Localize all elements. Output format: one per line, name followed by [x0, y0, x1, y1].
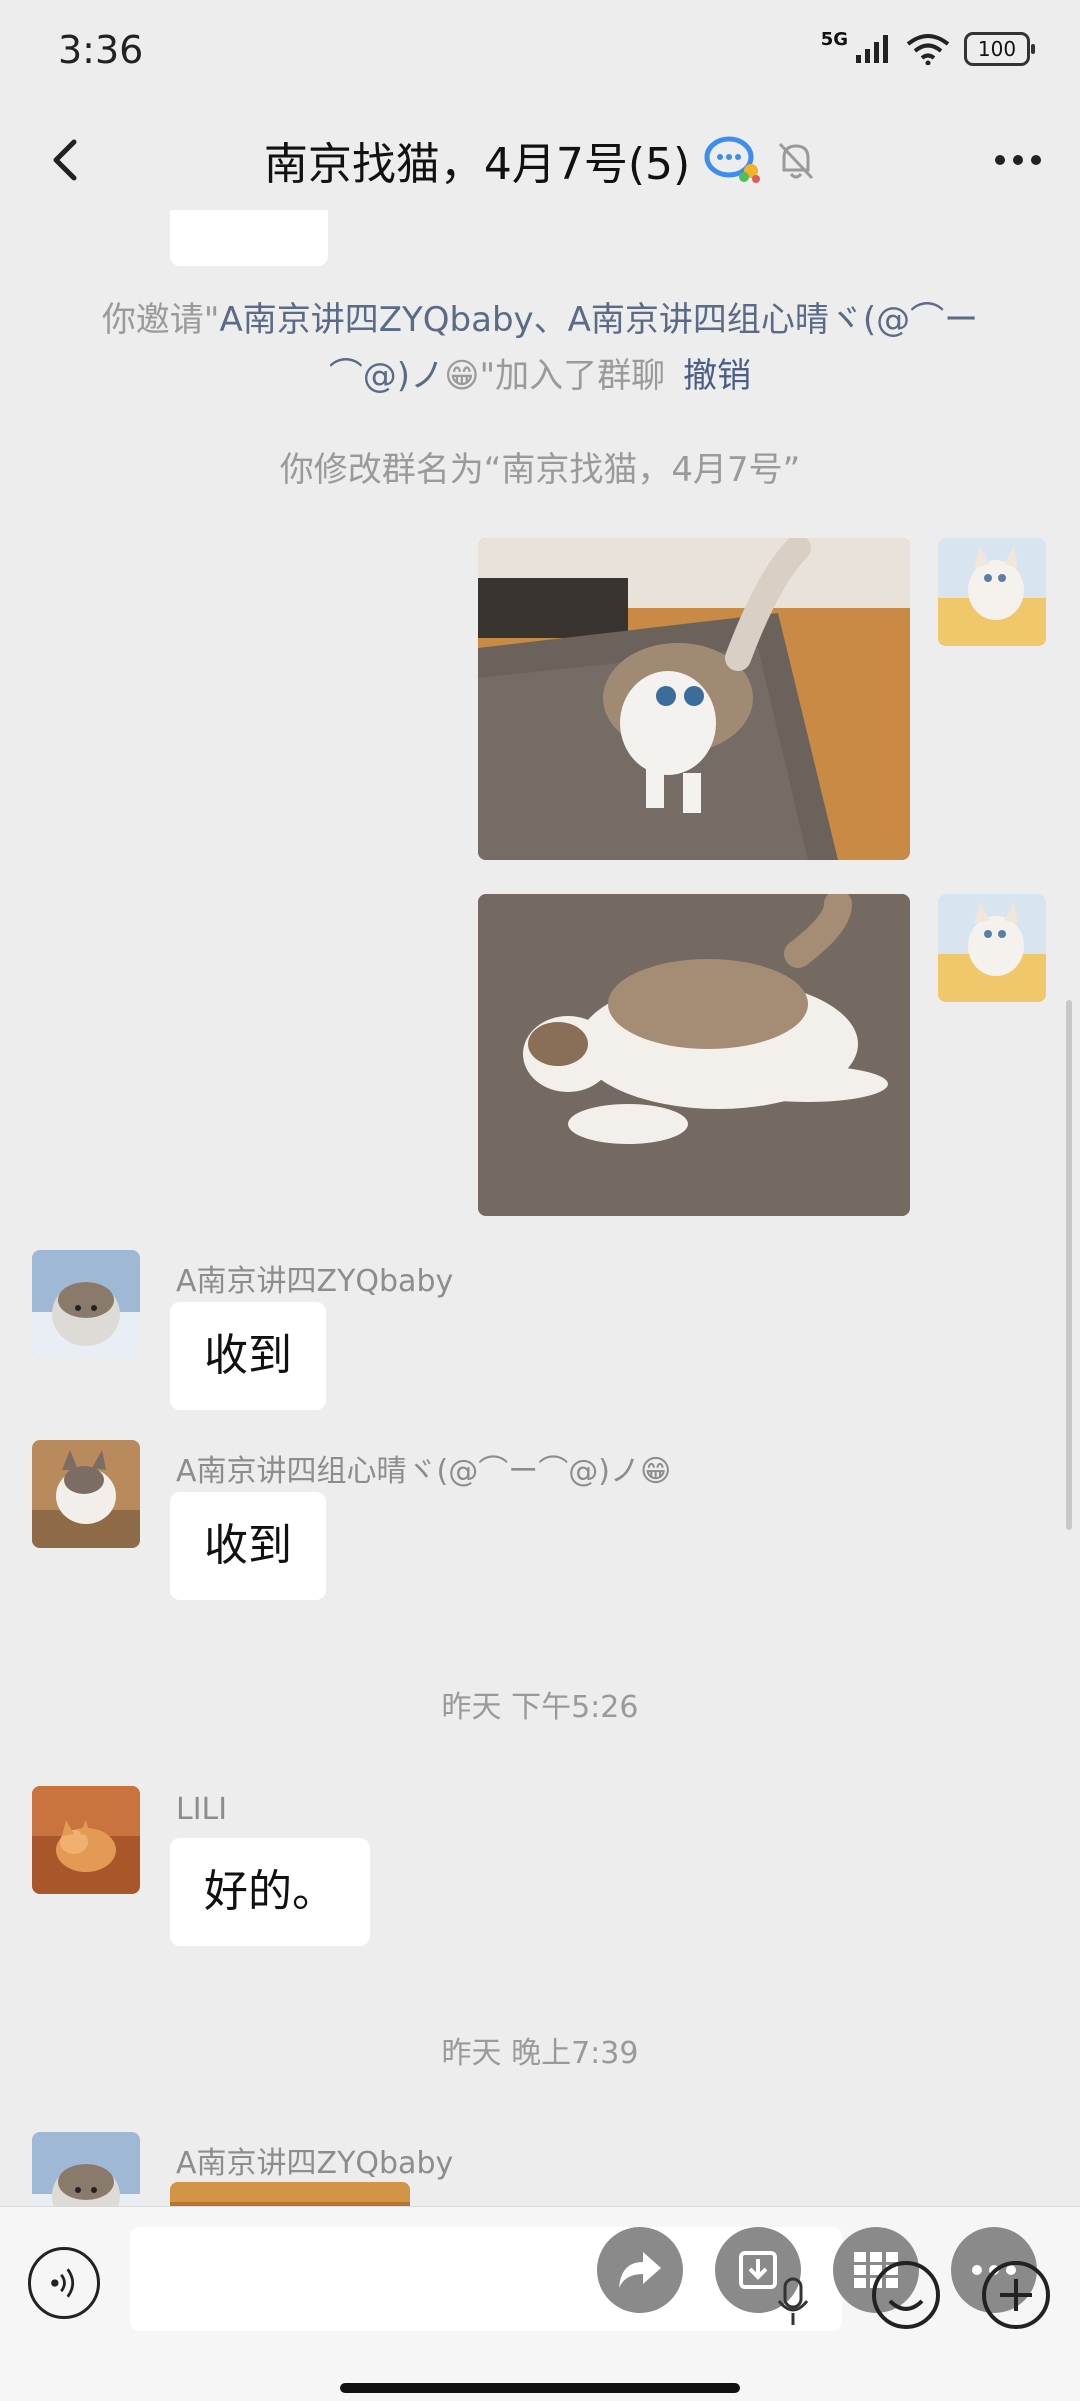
cat-photo-1 — [478, 538, 910, 860]
avatar-lili[interactable] — [32, 1786, 140, 1894]
more-icon[interactable] — [986, 132, 1050, 188]
status-bar: 3:36 5G 100 — [0, 0, 1080, 110]
avatar-self[interactable] — [938, 894, 1046, 1002]
status-icons: 5G 100 — [820, 28, 1035, 66]
sender-emoji: 😁 — [639, 1454, 672, 1489]
sent-photo-1[interactable] — [478, 538, 910, 860]
sender-name: LILI — [176, 1792, 228, 1827]
revoke-link[interactable]: 撤销 — [683, 356, 751, 396]
page-title[interactable]: 南京找猫，4月7号(5) — [264, 128, 690, 192]
group-chat-icon — [704, 136, 761, 183]
cat-avatar-self — [938, 538, 1046, 646]
invite-emoji: 😁 — [444, 356, 480, 396]
download-icon — [739, 2251, 777, 2289]
title-group: 南京找猫，4月7号(5) — [0, 128, 1080, 192]
sender-name: A南京讲四ZYQbaby — [176, 2146, 454, 2181]
input-bar — [0, 2206, 1080, 2401]
message-bubble-partial[interactable] — [170, 210, 328, 266]
signal-icon — [856, 35, 888, 63]
cat-photo-2 — [478, 894, 910, 1216]
cat-avatar-lili — [32, 1786, 140, 1894]
rename-notice: 你修改群名为“南京找猫，4月7号” — [279, 450, 801, 490]
microphone-icon — [777, 2277, 809, 2325]
scrollbar[interactable] — [1066, 1000, 1072, 1530]
invite-notice: 你邀请"A南京讲四ZYQbaby、A南京讲四组心晴ヾ(@⌒ー⌒@)ノ😁"加入了群… — [80, 292, 1000, 404]
timestamp: 昨天 晚上7:39 — [441, 2036, 639, 2071]
message-bubble[interactable]: 收到 — [170, 1302, 326, 1410]
battery-level: 100 — [977, 37, 1017, 61]
voice-icon[interactable] — [28, 2247, 100, 2319]
sent-photo-2[interactable] — [478, 894, 910, 1216]
message-bubble[interactable]: 好的。 — [170, 1838, 370, 1946]
share-icon — [619, 2252, 661, 2288]
emoji-icon[interactable] — [870, 2259, 942, 2331]
share-button[interactable] — [597, 2227, 683, 2313]
network-type: 5G — [820, 28, 848, 50]
avatar-xinqing[interactable] — [32, 1440, 140, 1548]
avatar-self[interactable] — [938, 538, 1046, 646]
chat-header: 南京找猫，4月7号(5) — [0, 110, 1080, 210]
cat-avatar-self — [938, 894, 1046, 1002]
wifi-icon — [906, 34, 950, 65]
cat-avatar-zyq — [32, 2132, 140, 2210]
plus-icon[interactable] — [980, 2259, 1052, 2331]
cat-avatar-zyq — [32, 1250, 140, 1358]
sender-name: A南京讲四ZYQbaby — [176, 1264, 454, 1299]
message-bubble[interactable]: 收到 — [170, 1492, 326, 1600]
home-indicator[interactable] — [340, 2383, 740, 2393]
cat-avatar-xinqing — [32, 1440, 140, 1548]
sender-name: A南京讲四组心晴ヾ(@⌒ー⌒@)ノ😁 — [176, 1446, 671, 1490]
sender-name-text: A南京讲四组心晴ヾ(@⌒ー⌒@)ノ — [176, 1454, 640, 1489]
battery-indicator: 100 — [964, 32, 1035, 66]
timestamp: 昨天 下午5:26 — [441, 1690, 639, 1725]
avatar-zyqbaby[interactable] — [32, 2132, 140, 2210]
status-time: 3:36 — [58, 28, 144, 72]
invite-suffix: "加入了群聊 — [479, 356, 666, 396]
bell-off-icon — [779, 142, 814, 180]
avatar-zyqbaby[interactable] — [32, 1250, 140, 1358]
invite-prefix: 你邀请" — [101, 300, 220, 340]
chat-area[interactable]: 你邀请"A南京讲四ZYQbaby、A南京讲四组心晴ヾ(@⌒ー⌒@)ノ😁"加入了群… — [0, 210, 1080, 2210]
